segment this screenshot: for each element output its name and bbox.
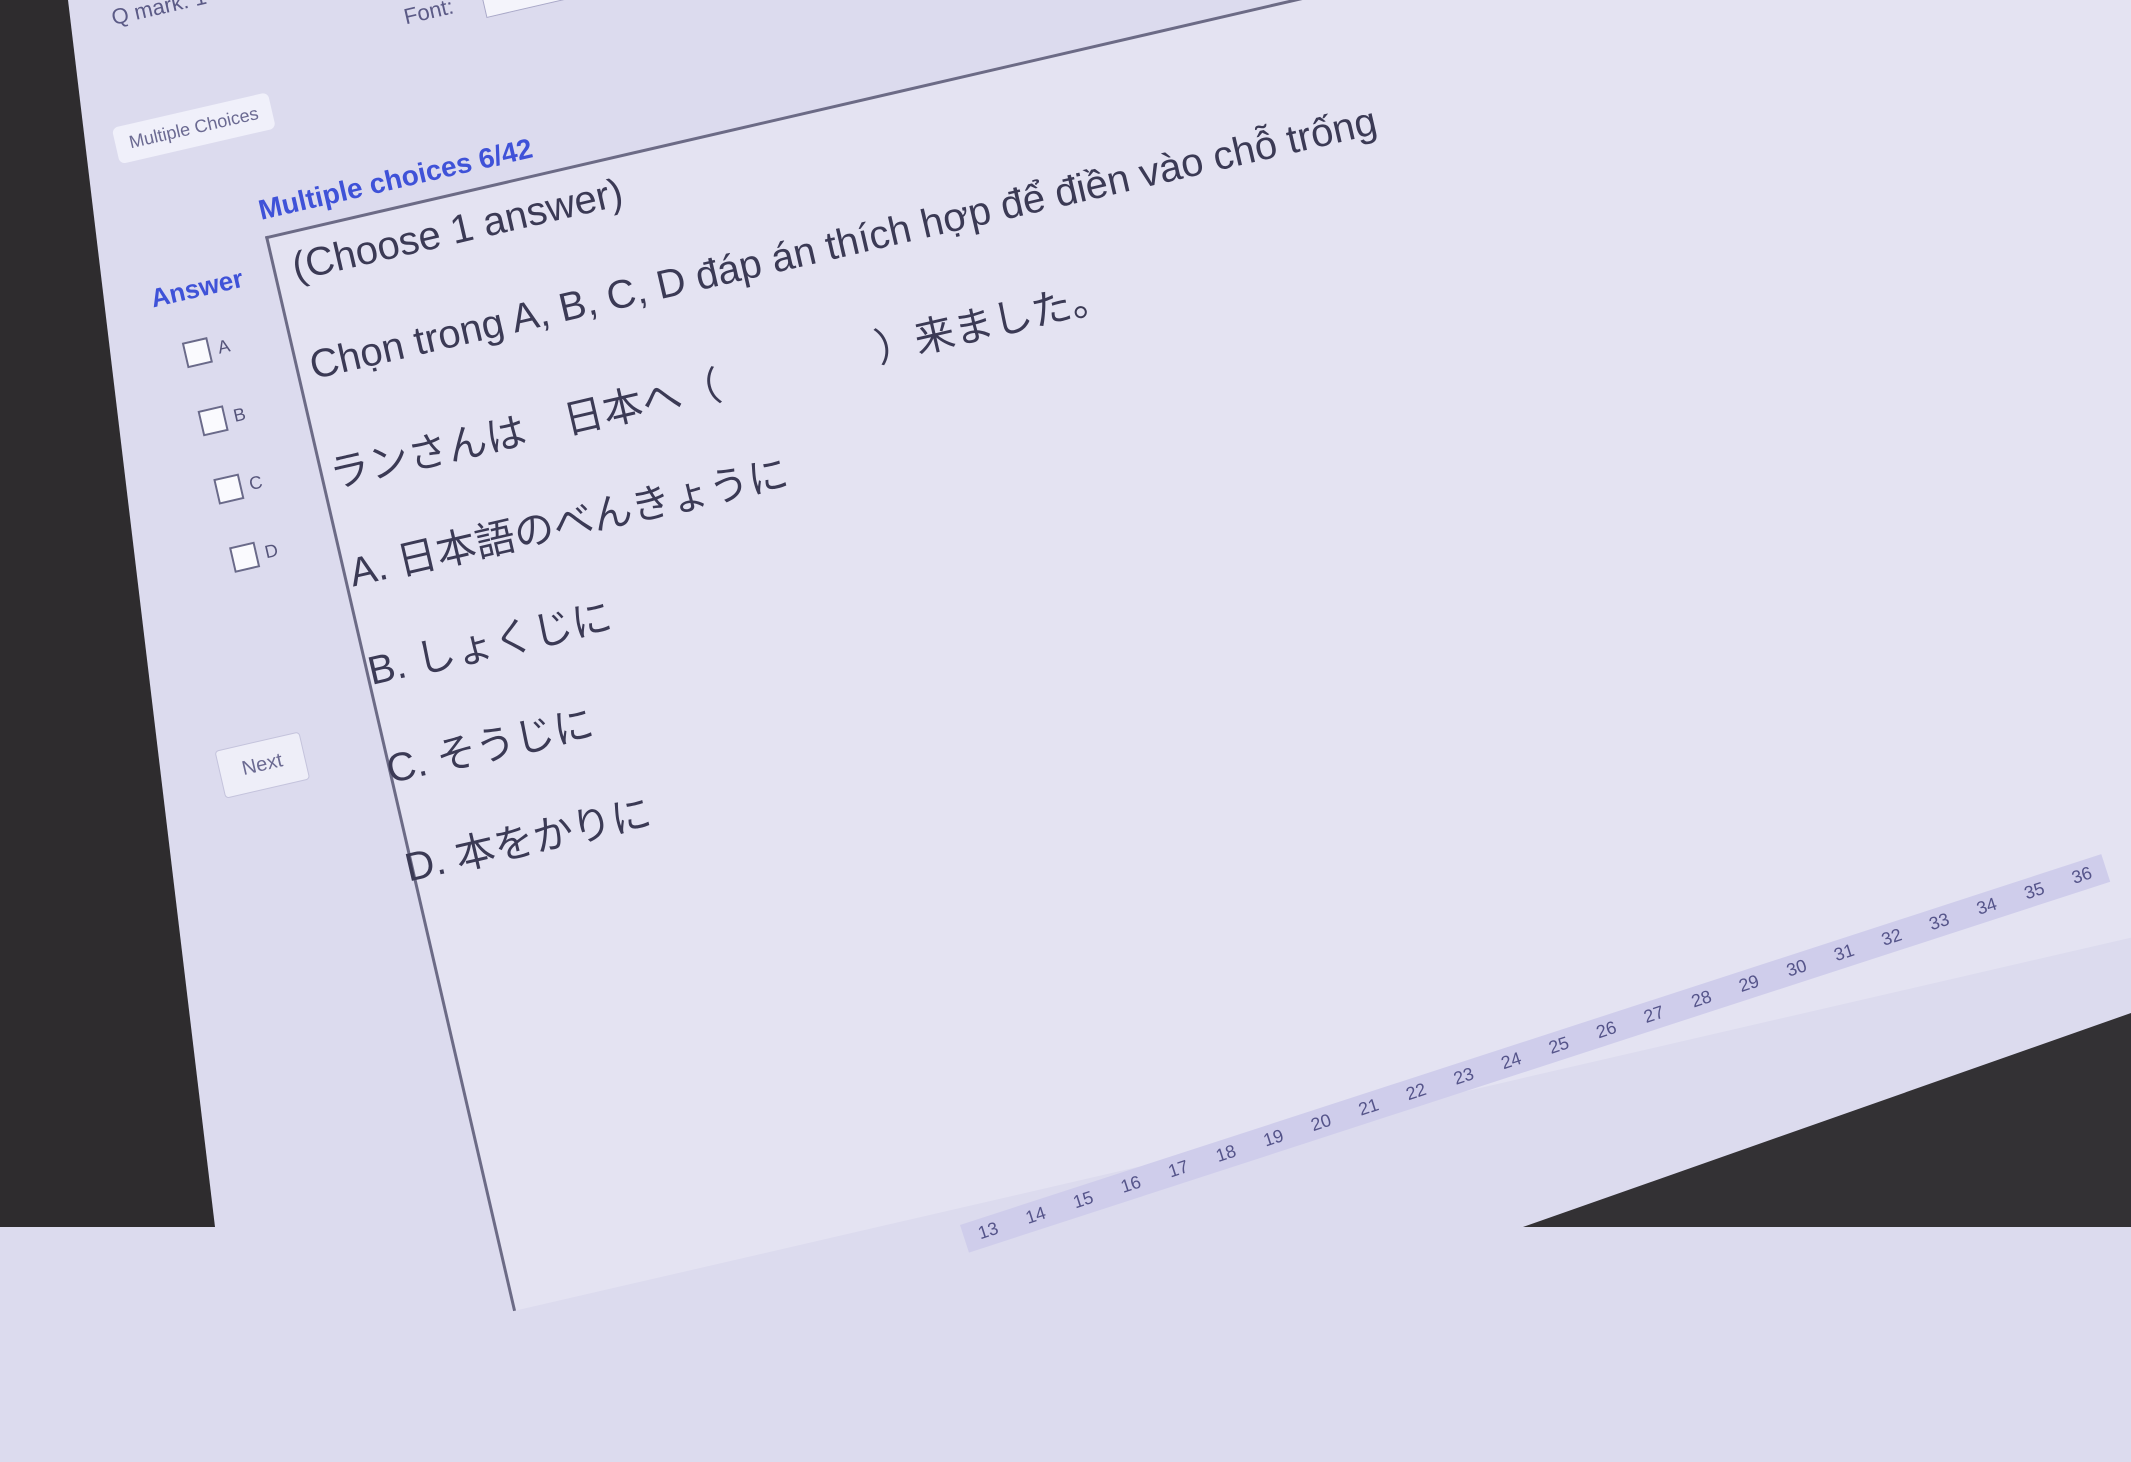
checkbox-label: D (262, 539, 280, 562)
answer-option-d[interactable]: D (229, 537, 281, 573)
checkbox[interactable] (181, 337, 213, 369)
q-mark-label: Q mark: (109, 0, 191, 30)
answer-option-c[interactable]: C (213, 469, 265, 505)
answer-label: Answer (147, 262, 246, 314)
tab-multiple-choices[interactable]: Multiple Choices (111, 92, 276, 165)
checkbox[interactable] (229, 541, 261, 573)
font-label: Font: (401, 0, 456, 30)
answer-option-a[interactable]: A (181, 333, 233, 369)
checkbox-label: B (231, 403, 248, 426)
font-select[interactable] (479, 0, 664, 19)
checkbox-label: C (246, 471, 265, 494)
option-letter: D. (400, 838, 450, 891)
checkbox[interactable] (197, 405, 229, 437)
answer-option-b[interactable]: B (197, 401, 249, 437)
checkbox-label: A (215, 334, 232, 358)
q-mark: Q mark: 1 (109, 0, 209, 31)
q-mark-value: 1 (191, 0, 209, 11)
exam-screen: Q mark: 1 Font: Multiple Choices Multipl… (0, 0, 2131, 1462)
checkbox[interactable] (213, 473, 245, 505)
next-button[interactable]: Next (214, 731, 311, 799)
option-letter: C. (382, 740, 432, 793)
